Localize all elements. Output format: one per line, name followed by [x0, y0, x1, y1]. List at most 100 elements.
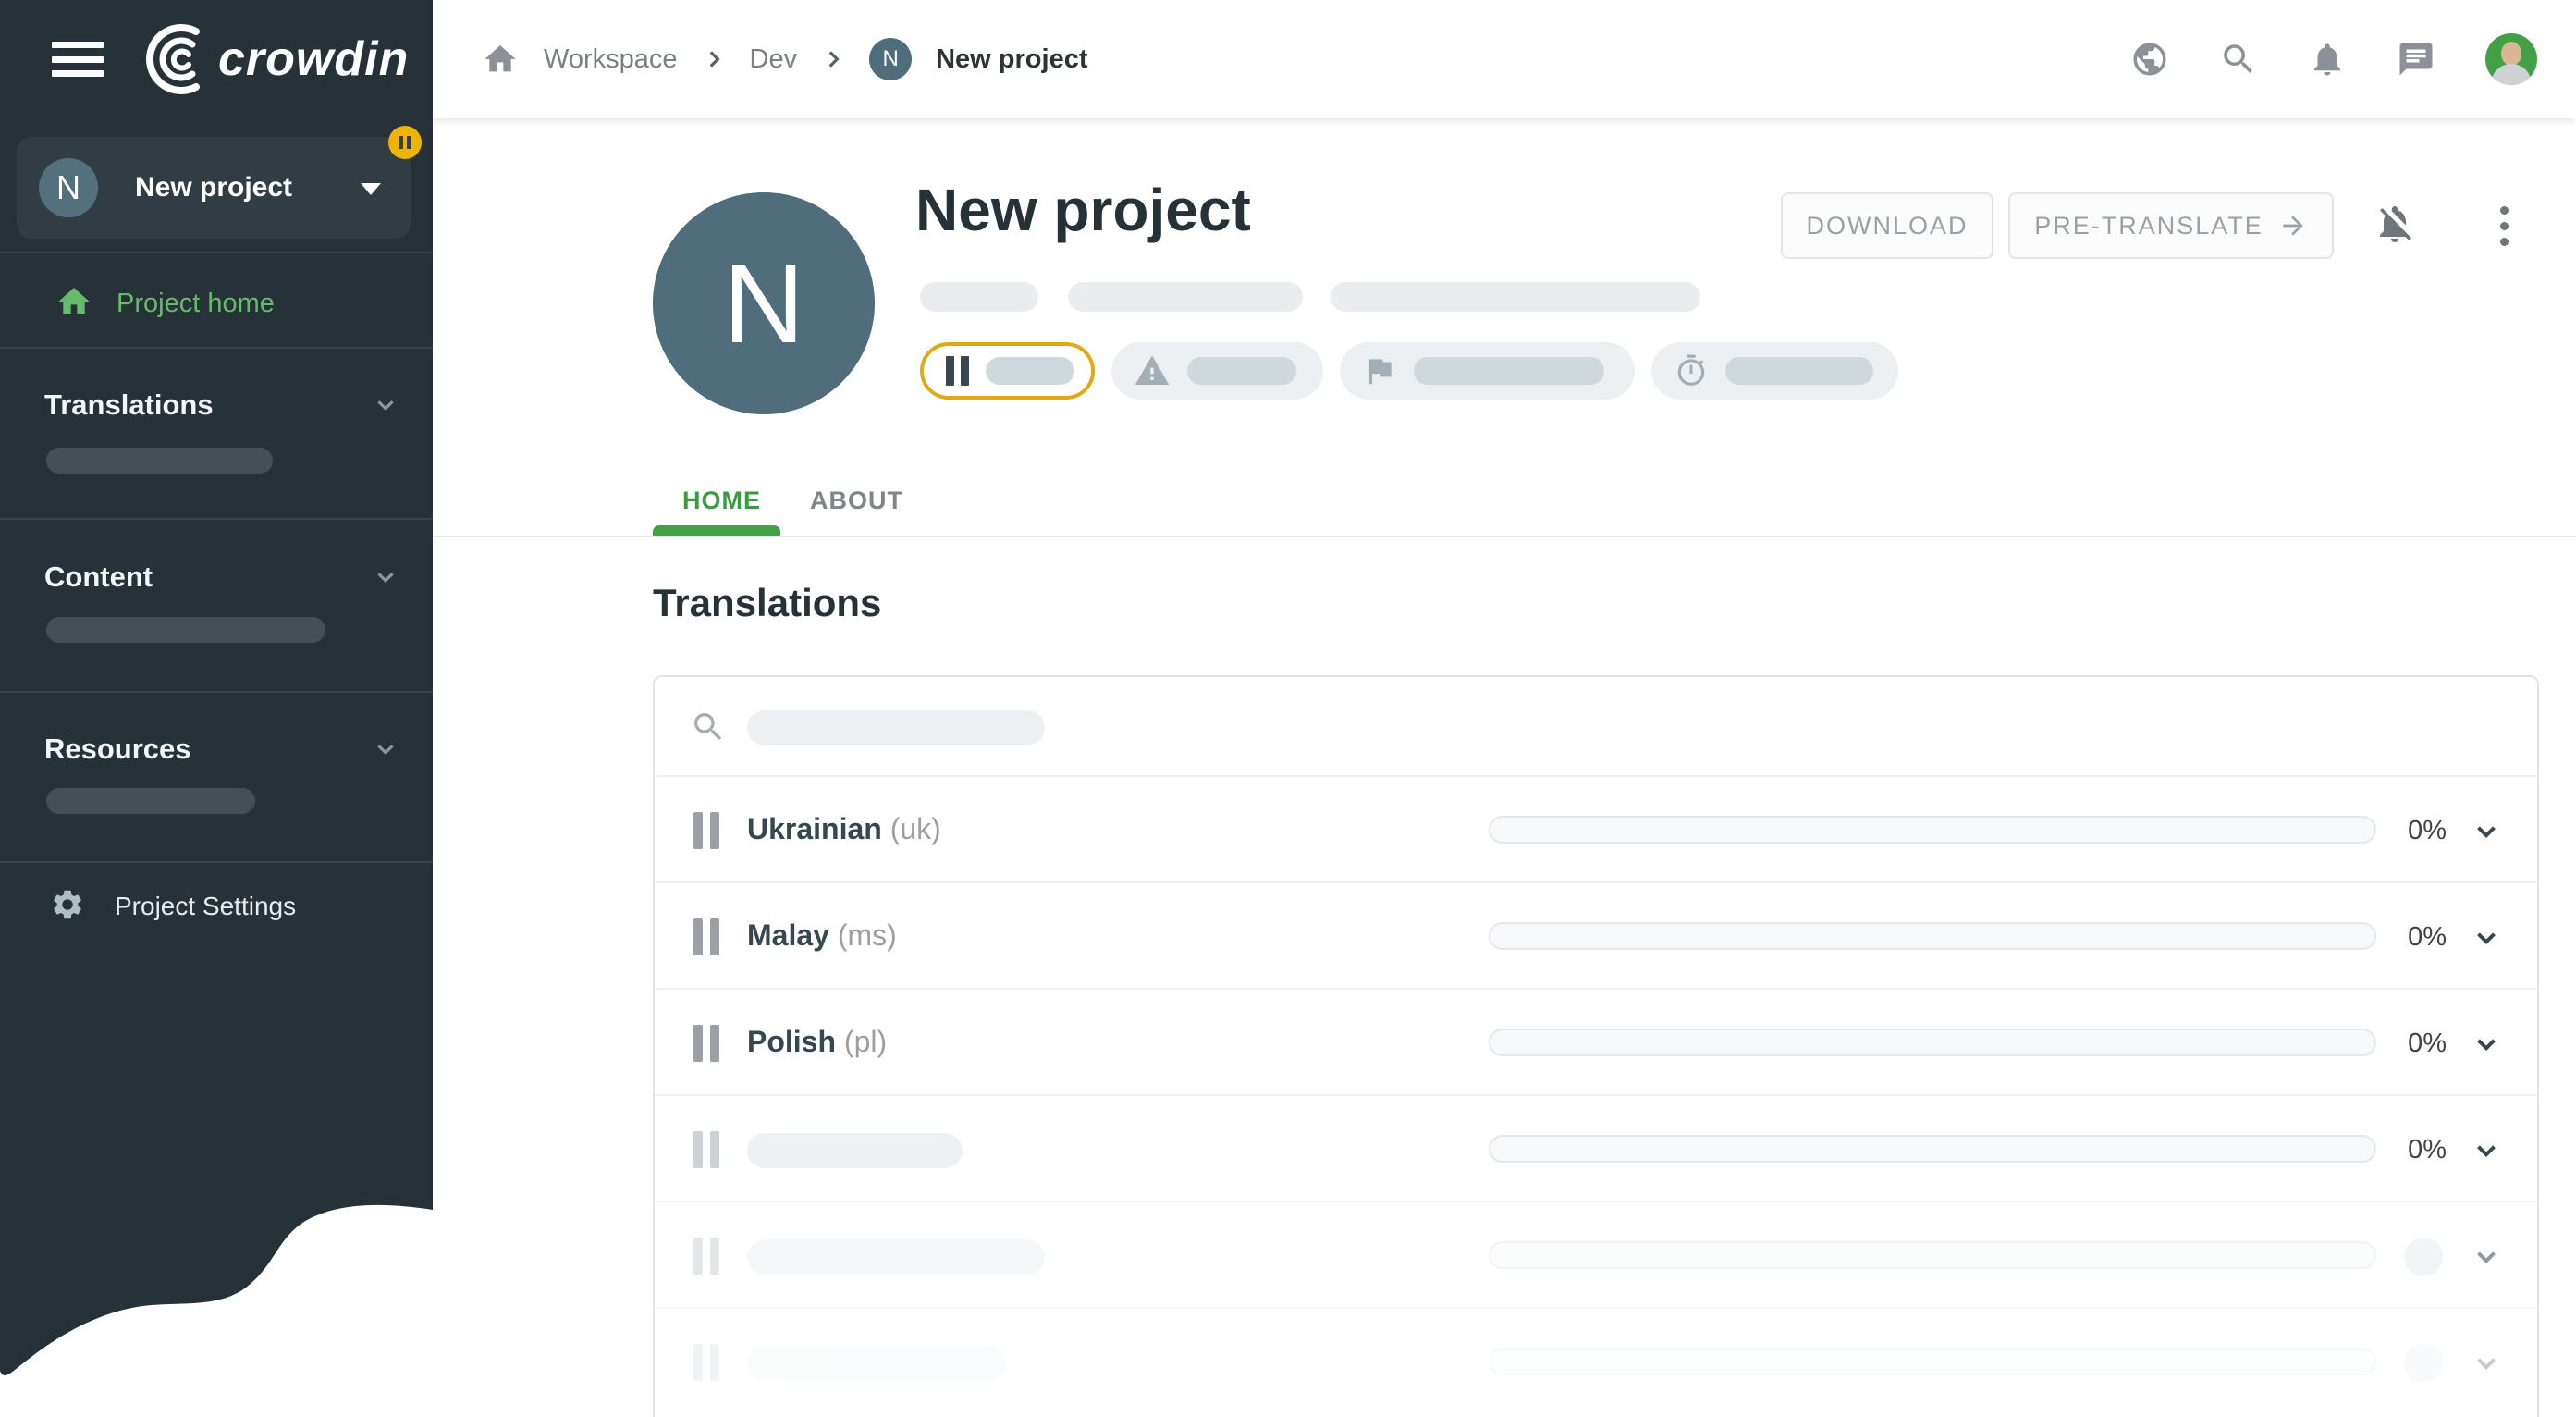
language-label: Ukrainian	[747, 812, 882, 845]
section-title: Content	[44, 561, 153, 594]
chat-icon[interactable]	[2397, 40, 2435, 79]
search-icon[interactable]	[2219, 40, 2258, 79]
kebab-menu-icon	[2500, 206, 2509, 246]
breadcrumb: Workspace Dev N New project	[433, 38, 1087, 80]
mute-notifications-button[interactable]	[2371, 196, 2419, 252]
chevron-down-icon[interactable]	[2471, 1348, 2502, 1384]
home-icon	[55, 283, 92, 325]
skeleton-circle	[2404, 1344, 2443, 1383]
more-options-button[interactable]	[2485, 203, 2522, 248]
caret-down-icon	[361, 183, 381, 195]
language-row-loading[interactable]	[655, 1202, 2537, 1309]
progress-bar	[1489, 1348, 2376, 1375]
breadcrumb-project-avatar: N	[869, 38, 912, 80]
language-row-loading[interactable]: 0%	[655, 1096, 2537, 1202]
progress-percent: 0%	[2367, 1029, 2447, 1059]
skeleton-pill	[747, 1239, 1045, 1275]
language-name: Polish (pl)	[747, 1025, 887, 1059]
language-row-ukrainian[interactable]: Ukrainian (uk) 0%	[655, 777, 2537, 883]
language-row-polish[interactable]: Polish (pl) 0%	[655, 990, 2537, 1096]
pause-icon	[693, 1344, 719, 1381]
chevron-down-icon[interactable]	[2471, 816, 2502, 852]
progress-percent: 0%	[2367, 922, 2447, 953]
sidebar-header: crowdin	[0, 0, 433, 118]
language-search[interactable]	[655, 677, 2537, 777]
chevron-down-icon[interactable]	[2471, 1135, 2502, 1171]
sidebar-item-project-settings[interactable]: Project Settings	[0, 877, 433, 936]
chevron-right-icon	[702, 47, 726, 71]
divider	[0, 347, 433, 349]
skeleton-pill	[1414, 357, 1604, 385]
chevron-down-icon[interactable]	[2471, 1241, 2502, 1277]
pause-icon	[693, 1025, 719, 1062]
breadcrumb-dev[interactable]: Dev	[750, 44, 798, 75]
progress-bar	[1489, 1241, 2376, 1269]
bell-off-icon	[2373, 202, 2417, 246]
crowdin-emblem-icon	[131, 24, 209, 94]
translations-card: Ukrainian (uk) 0% Malay (ms) 0%	[653, 675, 2539, 1417]
globe-icon[interactable]	[2130, 40, 2169, 79]
section-title: Translations	[44, 388, 214, 422]
pause-icon	[693, 1238, 719, 1275]
chevron-right-icon	[821, 47, 845, 71]
home-icon[interactable]	[481, 40, 520, 79]
pre-translate-button[interactable]: PRE-TRANSLATE	[2008, 192, 2334, 259]
pause-icon	[693, 812, 719, 849]
divider	[0, 518, 433, 520]
divider	[0, 691, 433, 693]
skeleton-circle	[2404, 1238, 2443, 1276]
translations-section-title: Translations	[653, 581, 881, 625]
project-avatar-large: N	[653, 192, 875, 414]
pause-icon	[693, 1131, 719, 1168]
project-avatar: N	[39, 158, 98, 217]
chevron-down-icon[interactable]	[2471, 922, 2502, 958]
sidebar-item-project-home[interactable]: Project home	[0, 270, 433, 337]
sidebar-section-content: Content	[0, 561, 433, 594]
bell-icon[interactable]	[2308, 40, 2347, 79]
sidebar-item-translations[interactable]: Translations	[0, 388, 433, 422]
status-chip-timer[interactable]	[1651, 342, 1898, 400]
language-code: (ms)	[838, 918, 897, 952]
skeleton-bar	[46, 448, 273, 474]
skeleton-pill	[1187, 357, 1296, 385]
crowdin-project-page: Workspace Dev N New project	[0, 0, 2576, 1417]
progress-bar	[1489, 922, 2376, 950]
chevron-down-icon[interactable]	[2471, 1029, 2502, 1065]
main-content: N New project DOWNLOAD PRE-TRANSLATE	[433, 118, 2576, 1417]
pre-translate-label: PRE-TRANSLATE	[2034, 212, 2263, 240]
language-row-malay[interactable]: Malay (ms) 0%	[655, 883, 2537, 990]
progress-percent: 0%	[2367, 1135, 2447, 1165]
sidebar-item-resources[interactable]: Resources	[0, 733, 433, 766]
flag-icon	[1362, 353, 1397, 388]
tab-home[interactable]: HOME	[682, 487, 761, 515]
sidebar-item-content[interactable]: Content	[0, 561, 433, 594]
progress-bar	[1489, 1135, 2376, 1163]
user-avatar[interactable]	[2485, 33, 2537, 85]
project-selector[interactable]: N New project	[17, 137, 411, 239]
skeleton-pill	[747, 1346, 1007, 1381]
status-chip-paused[interactable]	[920, 342, 1095, 400]
chevron-down-icon	[372, 735, 399, 763]
section-title: Resources	[44, 733, 191, 766]
status-chip-flag[interactable]	[1340, 342, 1635, 400]
tab-about[interactable]: ABOUT	[810, 487, 903, 515]
crowdin-logo[interactable]: crowdin	[131, 24, 409, 94]
menu-icon[interactable]	[52, 42, 104, 77]
timer-icon	[1674, 353, 1709, 388]
breadcrumb-workspace[interactable]: Workspace	[544, 44, 678, 75]
paused-badge-icon	[388, 126, 422, 159]
skeleton-bar	[46, 617, 325, 643]
logo-wordmark: crowdin	[218, 31, 409, 87]
pause-icon	[693, 918, 719, 955]
download-button[interactable]: DOWNLOAD	[1781, 192, 1993, 259]
divider	[0, 861, 433, 863]
sidebar: crowdin N New project Project home Trans…	[0, 0, 433, 1417]
skeleton-pill	[1331, 282, 1700, 312]
search-icon	[690, 708, 727, 750]
breadcrumb-current: New project	[936, 44, 1087, 75]
status-chip-warning[interactable]	[1111, 342, 1323, 400]
language-name: Malay (ms)	[747, 918, 897, 953]
sidebar-section-translations: Translations	[0, 388, 433, 422]
project-selector-label: New project	[135, 172, 292, 203]
language-row-loading[interactable]	[655, 1309, 2537, 1415]
